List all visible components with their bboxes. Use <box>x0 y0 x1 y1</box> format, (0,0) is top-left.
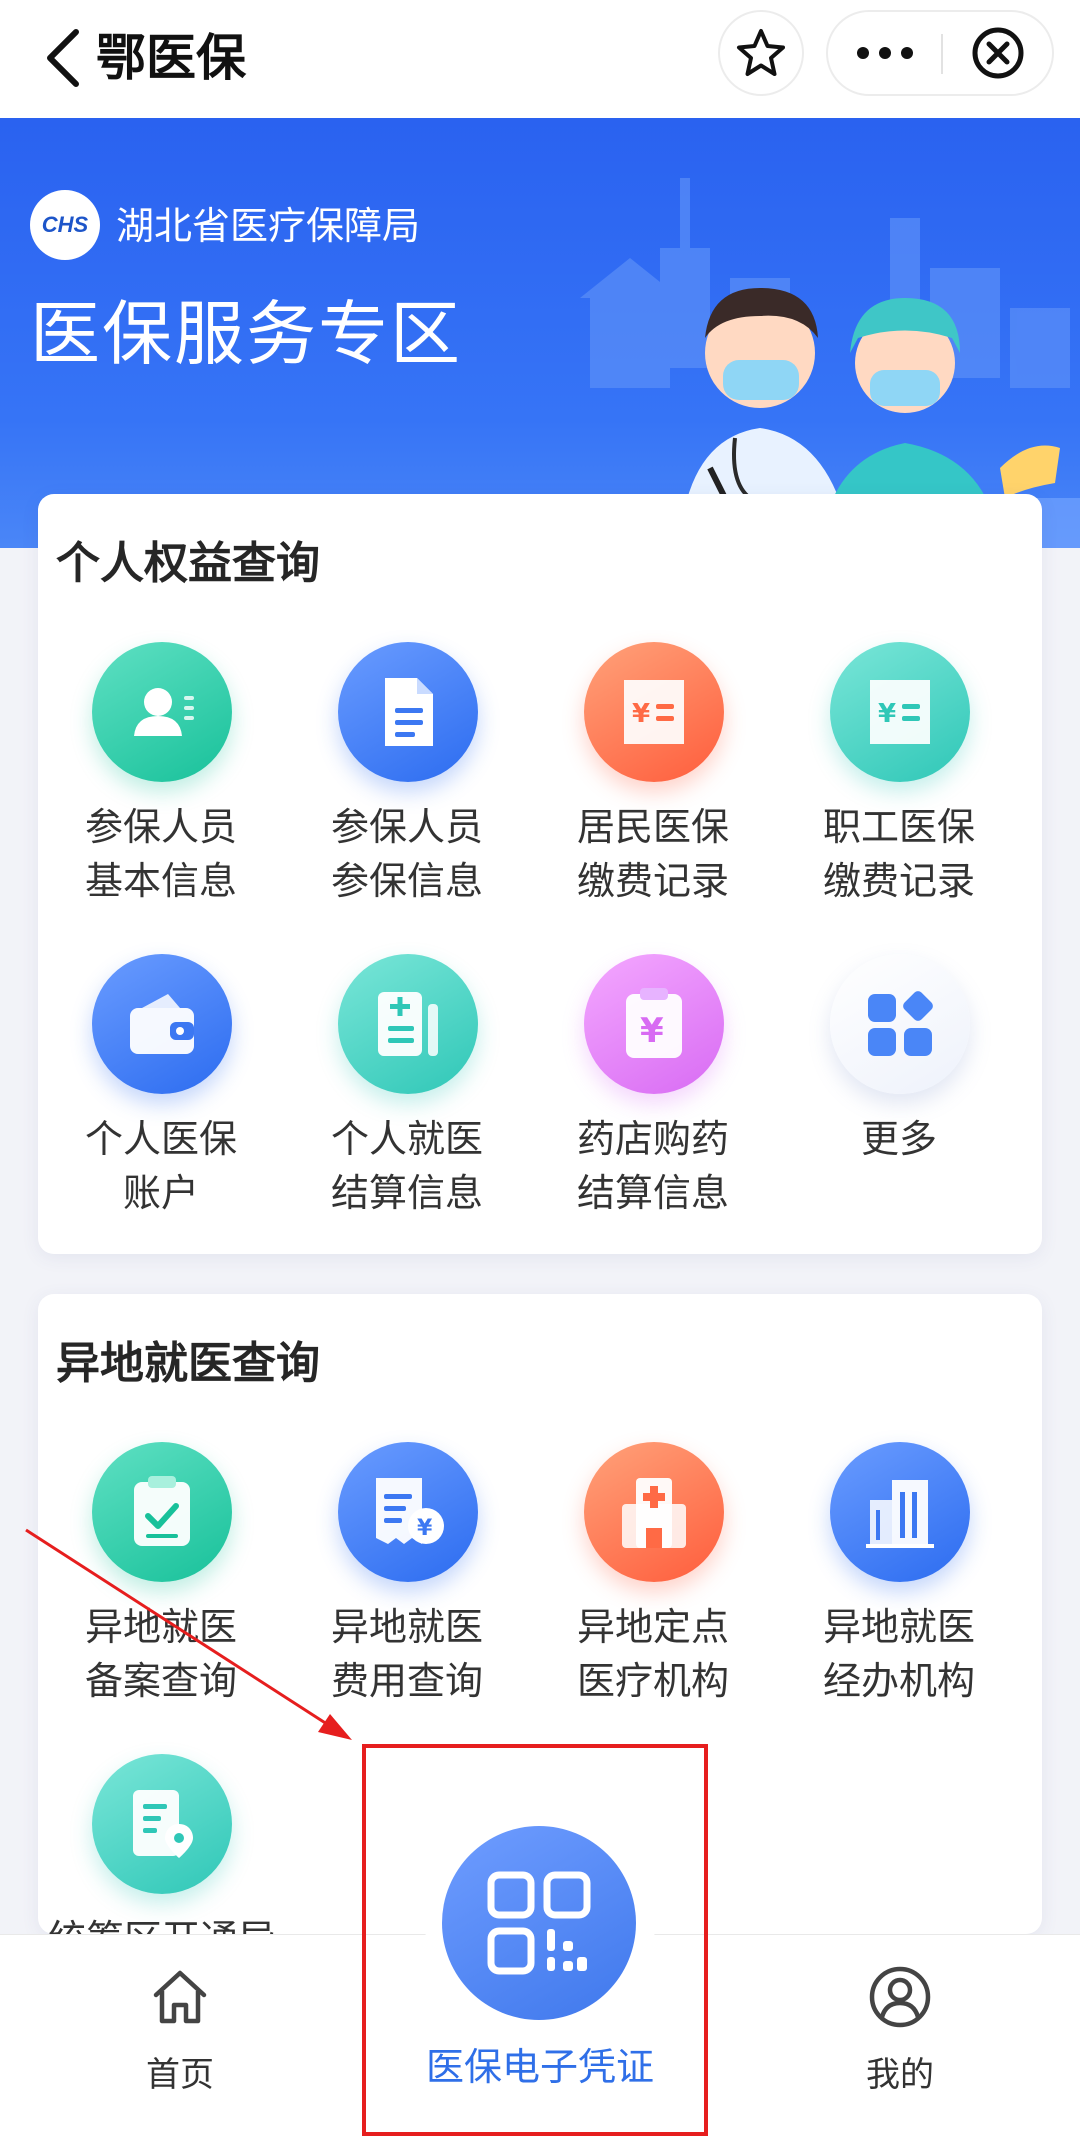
building-icon <box>830 1442 970 1582</box>
favorite-button[interactable] <box>718 10 804 96</box>
tab-label: 我的 <box>866 2055 934 2095</box>
hospital-icon <box>584 1442 724 1582</box>
service-item-label: 参保人员 参保信息 <box>330 805 483 903</box>
tab-home[interactable]: 首页 <box>80 1935 280 2151</box>
grid-more-icon <box>830 954 970 1094</box>
service-item-remote-designated-institutions[interactable]: 异地定点 医疗机构 <box>530 1442 776 1742</box>
chs-logo: CHS <box>30 190 100 260</box>
receipt-yen-icon: ¥ <box>830 642 970 782</box>
tab-mine[interactable]: 我的 <box>800 1935 1000 2151</box>
service-item-label: 参保人员 基本信息 <box>84 805 237 903</box>
document-location-icon <box>92 1754 232 1894</box>
section-title: 异地就医查询 <box>56 1338 320 1389</box>
receipt-yen-icon: ¥ <box>584 642 724 782</box>
service-item-label: 药店购药 结算信息 <box>576 1117 729 1215</box>
section-title: 个人权益查询 <box>56 538 320 589</box>
user-circle-icon <box>869 1966 931 2028</box>
svg-text:¥: ¥ <box>878 699 896 729</box>
service-item-more[interactable]: 更多 <box>776 954 1022 1254</box>
more-dots-icon <box>857 47 913 59</box>
annotation-highlight-box <box>362 1744 708 2136</box>
annotation-arrow <box>25 1528 352 1740</box>
service-item-employee-payment-records[interactable]: ¥ 职工医保 缴费记录 <box>776 642 1022 942</box>
service-item-resident-payment-records[interactable]: ¥ 居民医保 缴费记录 <box>530 642 776 942</box>
banner-title: 医保服务专区 <box>30 293 462 375</box>
clipboard-yen-icon: ¥ <box>584 954 724 1094</box>
mini-program-capsule <box>826 10 1054 96</box>
top-navigation-bar: 鄂医保 <box>0 0 1080 118</box>
medical-record-icon <box>338 954 478 1094</box>
more-button[interactable] <box>828 12 942 94</box>
service-item-insured-enrollment-info[interactable]: 参保人员 参保信息 <box>284 642 530 942</box>
close-circle-icon <box>972 27 1024 79</box>
hero-banner: CHS 湖北省医疗保障局 医保服务专区 <box>0 118 1080 548</box>
organization-name: 湖北省医疗保障局 <box>116 204 421 248</box>
service-item-remote-handling-agencies[interactable]: 异地就医 经办机构 <box>776 1442 1022 1742</box>
service-item-personal-account[interactable]: 个人医保 账户 <box>38 954 284 1254</box>
back-button[interactable] <box>40 22 90 94</box>
service-item-label: 个人就医 结算信息 <box>330 1117 483 1215</box>
close-button[interactable] <box>944 12 1052 94</box>
star-icon <box>737 29 785 76</box>
service-item-label: 异地定点 医疗机构 <box>576 1605 729 1703</box>
doctors-illustration <box>560 178 1080 548</box>
capsule-divider <box>941 34 943 74</box>
service-item-label: 个人医保 账户 <box>84 1117 237 1215</box>
service-item-medical-settlement-info[interactable]: 个人就医 结算信息 <box>284 954 530 1254</box>
person-card-icon <box>92 642 232 782</box>
home-icon <box>153 1970 207 2024</box>
svg-text:¥: ¥ <box>640 1011 664 1051</box>
personal-rights-card: 个人权益查询 参保人员 基本信息 参保人员 参保信息 ¥ 居民医保 缴费记录 ¥… <box>38 494 1042 1254</box>
document-icon <box>338 642 478 782</box>
service-item-insured-basic-info[interactable]: 参保人员 基本信息 <box>38 642 284 942</box>
tab-label: 首页 <box>146 2055 214 2095</box>
service-item-label: 更多 <box>860 1117 937 1161</box>
page-title: 鄂医保 <box>96 29 246 87</box>
service-item-pharmacy-settlement-info[interactable]: ¥ 药店购药 结算信息 <box>530 954 776 1254</box>
wallet-icon <box>92 954 232 1094</box>
svg-text:¥: ¥ <box>632 699 650 729</box>
service-item-label: 职工医保 缴费记录 <box>822 805 975 903</box>
service-item-label: 居民医保 缴费记录 <box>576 805 729 903</box>
chevron-left-icon <box>47 29 79 87</box>
service-item-label: 异地就医 经办机构 <box>822 1605 975 1703</box>
